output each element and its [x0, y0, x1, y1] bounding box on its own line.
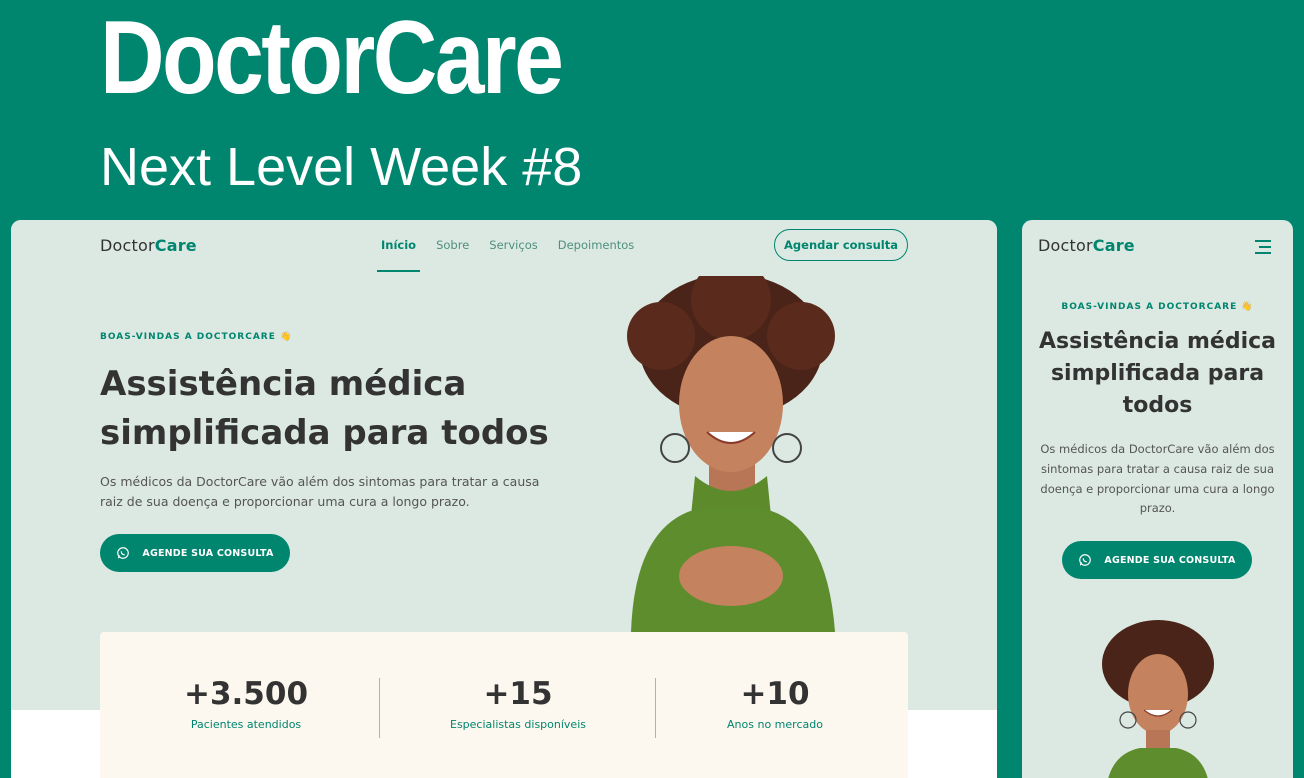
stat-value: +15 [483, 676, 553, 712]
stat-patients: +3.500 Pacientes atendidos [108, 676, 384, 731]
desktop-preview: DoctorCare Início Sobre Serviços Depoime… [11, 220, 997, 778]
welcome-eyebrow: BOAS-VINDAS A DOCTORCARE 👋 [1061, 302, 1254, 312]
logo-prefix: Doctor [100, 236, 155, 255]
logo-prefix: Doctor [1038, 236, 1093, 255]
mobile-preview: DoctorCare BOAS-VINDAS A DOCTORCARE 👋 As… [1022, 220, 1293, 778]
hero-headline: Assistência médica simplificada para tod… [100, 364, 549, 454]
stat-specialists: +15 Especialistas disponíveis [380, 676, 656, 731]
stat-label: Especialistas disponíveis [450, 718, 586, 731]
hero-description: Os médicos da DoctorCare vão além dos si… [100, 474, 540, 509]
nav-item-servicos[interactable]: Serviços [489, 238, 537, 252]
schedule-button[interactable]: Agendar consulta [774, 229, 908, 261]
schedule-consult-button[interactable]: AGENDE SUA CONSULTA [100, 534, 290, 572]
logo-suffix: Care [1092, 236, 1135, 255]
hero-headline: Assistência médica simplificada para tod… [1038, 329, 1277, 418]
doctor-portrait [1102, 620, 1214, 778]
main-nav: Início Sobre Serviços Depoimentos [376, 238, 635, 272]
nav-item-sobre[interactable]: Sobre [436, 238, 469, 252]
nav-item-depoimentos[interactable]: Depoimentos [558, 238, 635, 252]
logo[interactable]: DoctorCare [1038, 236, 1135, 255]
schedule-consult-label: AGENDE SUA CONSULTA [142, 547, 274, 559]
stat-label: Anos no mercado [727, 718, 823, 731]
banner-title: DoctorCare [100, 0, 564, 116]
doctor-portrait [627, 276, 835, 632]
stat-value: +10 [740, 676, 810, 712]
stat-value: +3.500 [183, 676, 309, 712]
stat-years: +10 Anos no mercado [637, 676, 913, 731]
stats-panel: +3.500 Pacientes atendidos +15 Especiali… [100, 632, 908, 778]
logo-suffix: Care [154, 236, 197, 255]
welcome-eyebrow: BOAS-VINDAS A DOCTORCARE 👋 [100, 332, 293, 342]
logo[interactable]: DoctorCare [100, 236, 197, 255]
schedule-consult-button[interactable]: AGENDE SUA CONSULTA [1062, 541, 1252, 579]
whatsapp-icon [1079, 554, 1092, 566]
banner-subtitle: Next Level Week #8 [100, 137, 583, 197]
schedule-consult-label: AGENDE SUA CONSULTA [1104, 554, 1236, 566]
hero-description: Os médicos da DoctorCare vão além dos si… [1040, 442, 1275, 516]
whatsapp-icon [117, 547, 130, 559]
stat-label: Pacientes atendidos [190, 718, 302, 731]
menu-icon[interactable] [1255, 240, 1271, 254]
nav-item-inicio[interactable]: Início [376, 238, 421, 272]
